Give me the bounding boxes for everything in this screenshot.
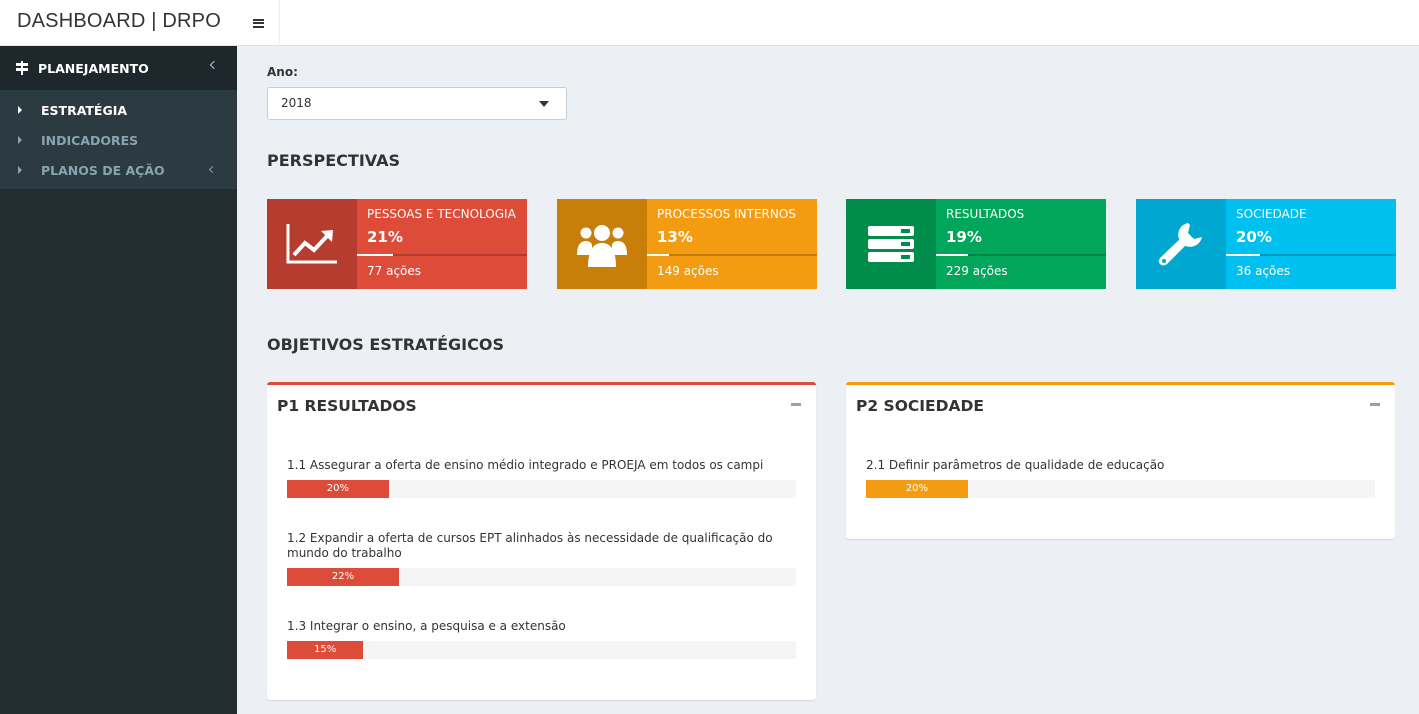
hamburger-icon: [252, 18, 264, 28]
info-box-sociedade[interactable]: SOCIEDADE 20% 36 ações: [1136, 199, 1396, 289]
info-box-content: PESSOAS E TECNOLOGIA 21% 77 ações: [357, 199, 527, 289]
info-box-content: SOCIEDADE 20% 36 ações: [1226, 199, 1396, 289]
sidebar-item-planos-de-acao[interactable]: PLANOS DE AÇÃO: [0, 155, 237, 185]
sidebar-item-label: ESTRATÉGIA: [41, 102, 128, 118]
info-box-description: 77 ações: [367, 264, 422, 278]
info-box-number: 19%: [946, 228, 982, 246]
main-content: Ano: 2018 PERSPECTIVAS PESSOAS E TECNOLO…: [237, 46, 1419, 714]
info-box-progress: [1226, 254, 1396, 256]
sidebar-item-indicadores[interactable]: INDICADORES: [0, 125, 237, 155]
caret-right-icon: [18, 136, 22, 144]
info-box-progress-fill: [357, 254, 393, 256]
app-logo[interactable]: DASHBOARD | DRPO: [0, 0, 237, 46]
perspectives-title: PERSPECTIVAS: [267, 151, 400, 170]
sidebar: PLANEJAMENTO ESTRATÉGIA INDICADORES PLAN…: [0, 46, 237, 714]
caret-right-icon: [18, 106, 22, 114]
info-box-description: 36 ações: [1236, 264, 1291, 278]
info-box-number: 13%: [657, 228, 693, 246]
panel-title: P1 RESULTADOS: [277, 397, 417, 415]
objectives-title: OBJETIVOS ESTRATÉGICOS: [267, 335, 504, 354]
info-box-progress-fill: [1226, 254, 1260, 256]
info-box-resultados[interactable]: RESULTADOS 19% 229 ações: [846, 199, 1106, 289]
goal-text: 2.1 Definir parâmetros de qualidade de e…: [866, 458, 1165, 472]
goal-progress-bar: 22%: [287, 568, 796, 586]
goal-progress-fill: 22%: [287, 568, 399, 586]
info-box-description: 149 ações: [657, 264, 719, 278]
goal-text: 1.1 Assegurar a oferta de ensino médio i…: [287, 458, 764, 472]
goal-progress-fill: 15%: [287, 641, 364, 659]
goal-item: 1.1 Assegurar a oferta de ensino médio i…: [287, 458, 797, 473]
info-box-progress: [357, 254, 527, 256]
info-box-text: PESSOAS E TECNOLOGIA: [367, 207, 516, 221]
info-box-content: PROCESSOS INTERNOS 13% 149 ações: [647, 199, 817, 289]
info-box-progress: [936, 254, 1106, 256]
goal-item: 1.2 Expandir a oferta de cursos EPT alin…: [287, 531, 797, 561]
sidebar-item-label: PLANOS DE AÇÃO: [41, 162, 165, 178]
goal-progress-fill: 20%: [866, 480, 968, 498]
year-select-value: 2018: [281, 96, 312, 110]
info-box-text: SOCIEDADE: [1236, 207, 1307, 221]
info-box-processos-internos[interactable]: PROCESSOS INTERNOS 13% 149 ações: [557, 199, 817, 289]
info-box-text: RESULTADOS: [946, 207, 1025, 221]
minus-icon[interactable]: [791, 403, 801, 406]
top-navbar: [237, 0, 1419, 46]
goal-progress-fill: 20%: [287, 480, 389, 498]
info-box-number: 20%: [1236, 228, 1272, 246]
goal-progress-bar: 20%: [866, 480, 1375, 498]
sidebar-submenu: ESTRATÉGIA INDICADORES PLANOS DE AÇÃO: [0, 90, 237, 189]
panel-p1-resultados: P1 RESULTADOS 1.1 Assegurar a oferta de …: [267, 382, 816, 700]
users-icon: [557, 199, 647, 289]
year-filter-label: Ano:: [267, 65, 298, 79]
sidebar-toggle-button[interactable]: [237, 0, 280, 46]
goal-item: 2.1 Definir parâmetros de qualidade de e…: [866, 458, 1376, 473]
info-box-progress-fill: [647, 254, 670, 256]
info-box-progress: [647, 254, 817, 256]
wrench-icon: [1136, 199, 1226, 289]
sidebar-menu-planejamento[interactable]: PLANEJAMENTO: [0, 46, 237, 90]
sidebar-item-label: INDICADORES: [41, 132, 139, 148]
chart-line-icon: [267, 199, 357, 289]
caret-down-icon: [539, 101, 549, 107]
info-box-progress-fill: [936, 254, 969, 256]
goal-text: 1.2 Expandir a oferta de cursos EPT alin…: [287, 531, 773, 560]
info-box-number: 21%: [367, 228, 403, 246]
angle-left-icon: [208, 165, 217, 174]
panel-p2-sociedade: P2 SOCIEDADE 2.1 Definir parâmetros de q…: [846, 382, 1395, 539]
info-box-pessoas-tecnologia[interactable]: PESSOAS E TECNOLOGIA 21% 77 ações: [267, 199, 527, 289]
signpost-icon: [15, 61, 29, 75]
goal-item: 1.3 Integrar o ensino, a pesquisa e a ex…: [287, 619, 797, 634]
goal-progress-bar: 20%: [287, 480, 796, 498]
info-box-text: PROCESSOS INTERNOS: [657, 207, 796, 221]
caret-right-icon: [18, 166, 22, 174]
sidebar-header-label: PLANEJAMENTO: [38, 60, 149, 76]
goal-text: 1.3 Integrar o ensino, a pesquisa e a ex…: [287, 619, 566, 633]
info-box-description: 229 ações: [946, 264, 1008, 278]
info-box-content: RESULTADOS 19% 229 ações: [936, 199, 1106, 289]
server-icon: [846, 199, 936, 289]
angle-left-icon: [209, 60, 219, 70]
year-select[interactable]: 2018: [267, 87, 567, 120]
minus-icon[interactable]: [1370, 403, 1380, 406]
panel-title: P2 SOCIEDADE: [856, 397, 984, 415]
goal-progress-bar: 15%: [287, 641, 796, 659]
sidebar-item-estrategia[interactable]: ESTRATÉGIA: [0, 95, 237, 125]
